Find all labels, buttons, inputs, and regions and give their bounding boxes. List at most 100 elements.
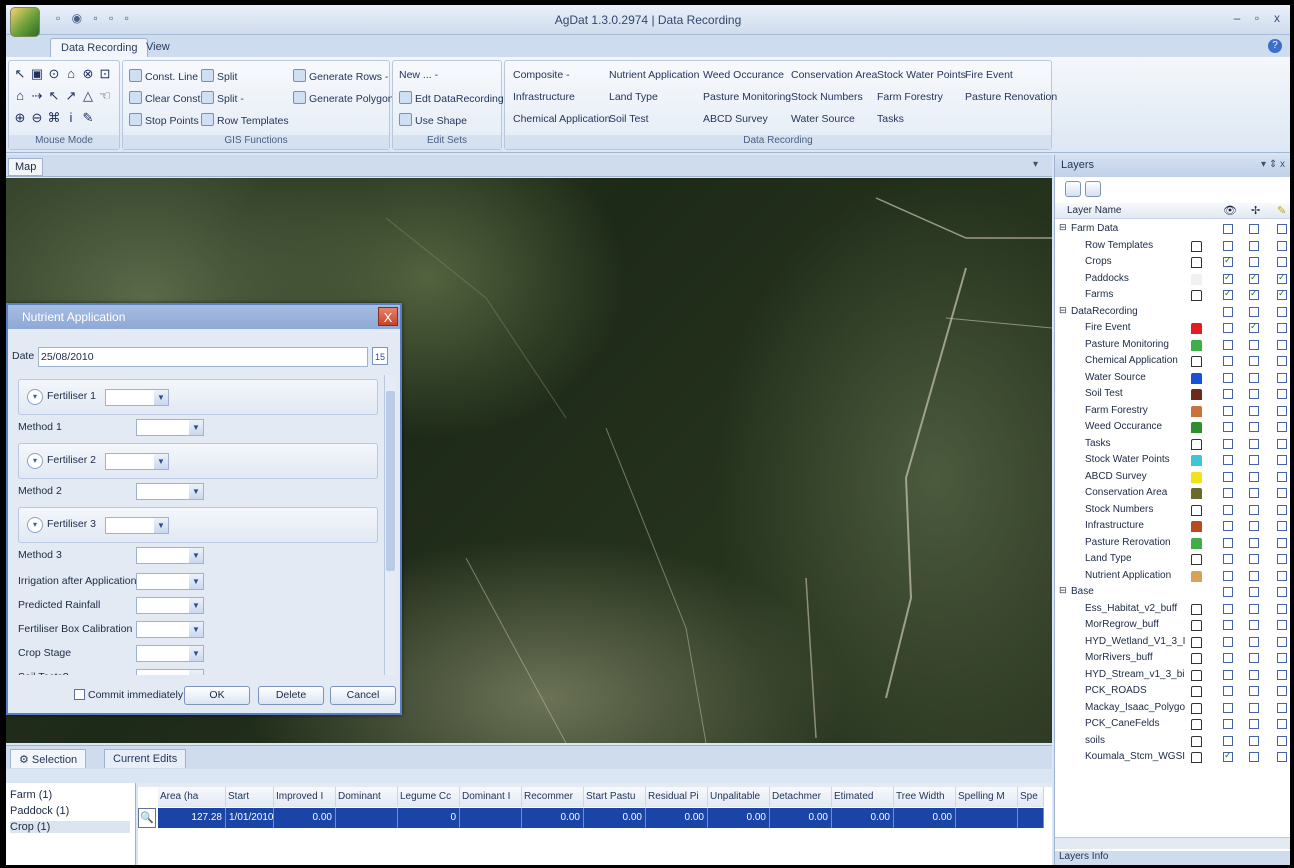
expand-chevron-icon[interactable]: ▾ [27,517,43,533]
layer-edit-checkbox[interactable] [1277,306,1287,317]
data-recording-item[interactable]: Water Source [791,113,855,125]
layer-visible-checkbox[interactable] [1223,653,1233,663]
method-select[interactable]: ▼ [136,547,204,564]
grid-column-header[interactable]: Spe [1018,787,1044,807]
layer-visible-checkbox[interactable] [1223,686,1233,696]
layer-row[interactable]: ABCD Survey [1055,469,1290,485]
layer-row[interactable]: Water Source [1055,370,1290,386]
layer-visible-checkbox[interactable] [1223,422,1233,432]
layer-group[interactable]: ⊟ DataRecording [1055,304,1290,320]
layer-edit-checkbox[interactable] [1277,257,1287,267]
layer-visible-checkbox[interactable] [1223,339,1233,350]
layer-select-checkbox[interactable] [1249,570,1259,581]
method-select[interactable]: ▼ [136,483,204,500]
mouse-tool-icon[interactable]: ⊗ [81,67,95,81]
form-field-select[interactable]: ▼ [136,669,204,675]
grid-cell[interactable] [1018,808,1044,828]
layer-edit-checkbox[interactable] [1277,389,1287,399]
mouse-tool-icon[interactable]: ⌂ [64,67,78,81]
mouse-tool-icon[interactable]: ↗ [64,89,78,103]
mouse-tool-icon[interactable]: ⌘ [47,111,61,125]
layer-row[interactable]: Tasks [1055,436,1290,452]
new-set-button[interactable]: New ... - [399,69,438,81]
method-select[interactable]: ▼ [136,419,204,436]
edit-datarecording-button[interactable]: Edt DataRecording [399,91,504,105]
layer-select-checkbox[interactable] [1249,521,1259,531]
layers-info-tab[interactable]: Layers Info [1055,851,1290,865]
selection-list-item[interactable]: Farm (1) [10,789,130,801]
layer-edit-checkbox[interactable] [1277,240,1287,251]
row-templates-button[interactable]: Row Templates [201,113,289,127]
dialog-title-bar[interactable]: Nutrient Application X [8,305,400,329]
layer-visible-checkbox[interactable] [1223,521,1233,531]
layer-edit-checkbox[interactable] [1277,752,1287,762]
mouse-tool-icon[interactable]: ⌂ [13,89,27,103]
layer-edit-checkbox[interactable] [1277,372,1287,383]
layer-visible-checkbox[interactable] [1223,455,1233,465]
layer-row[interactable]: Fire Event [1055,320,1290,336]
layer-edit-checkbox[interactable] [1277,570,1287,581]
layer-edit-checkbox[interactable] [1277,504,1287,515]
layer-edit-checkbox[interactable] [1277,537,1287,548]
layer-visible-checkbox[interactable] [1223,719,1233,729]
data-recording-item[interactable]: Pasture Monitoring [703,91,791,103]
layer-row[interactable]: Koumala_Stcm_WGSI [1055,749,1290,765]
mouse-tool-icon[interactable]: ⊙ [47,67,61,81]
layers-horizontal-scrollbar[interactable] [1055,837,1290,849]
layer-edit-checkbox[interactable] [1277,521,1287,531]
tab-data-recording[interactable]: Data Recording [50,38,149,57]
layer-select-checkbox[interactable] [1249,686,1259,696]
data-recording-item[interactable]: Nutrient Application [609,69,699,81]
layer-visible-checkbox[interactable] [1223,372,1233,383]
layer-select-checkbox[interactable] [1249,653,1259,663]
cancel-button[interactable]: Cancel [330,686,396,705]
mouse-tool-icon[interactable]: △ [81,89,95,103]
mouse-tool-icon[interactable]: i [64,111,78,125]
layer-row[interactable]: Pasture Rerovation [1055,535,1290,551]
tab-map[interactable]: Map [8,158,44,176]
generate-polygon-button[interactable]: Generate Polygon [293,91,394,105]
grid-cell[interactable]: 0.00 [522,808,584,828]
mouse-tool-icon[interactable]: ☜ [98,89,112,103]
layer-row[interactable]: Crops [1055,254,1290,270]
grid-cell[interactable]: 0.00 [770,808,832,828]
layer-row[interactable]: Farm Forestry [1055,403,1290,419]
layer-row[interactable]: Mackay_Isaac_Polygo [1055,700,1290,716]
layer-visible-checkbox[interactable] [1223,306,1233,317]
grid-column-header[interactable]: Etimated [832,787,894,807]
layer-visible-checkbox[interactable] [1223,356,1233,366]
layer-edit-checkbox[interactable] [1277,603,1287,614]
tab-view[interactable]: View [136,38,180,57]
form-field-select[interactable]: ▼ [136,597,204,614]
form-field-select[interactable]: ▼ [136,645,204,662]
data-recording-item[interactable]: Composite - [513,69,570,81]
layer-select-checkbox[interactable] [1249,257,1259,267]
layer-row[interactable]: Row Templates [1055,238,1290,254]
grid-column-header[interactable]: Detachmer [770,787,832,807]
grid-cell[interactable]: 127.28 [158,808,226,828]
layer-visible-checkbox[interactable] [1223,603,1233,614]
grid-column-header[interactable]: Dominant I [460,787,522,807]
layer-select-checkbox[interactable] [1249,471,1259,482]
const-line-button[interactable]: Const. Line [129,69,198,83]
row-search-icon[interactable]: 🔍 [138,808,156,828]
layer-row[interactable]: Conservation Area [1055,485,1290,501]
layer-visible-checkbox[interactable] [1223,288,1233,300]
layer-visible-checkbox[interactable] [1223,504,1233,515]
layer-edit-checkbox[interactable] [1277,669,1287,680]
layer-visible-checkbox[interactable] [1223,255,1233,267]
grid-column-header[interactable]: Spelling M [956,787,1018,807]
layer-edit-checkbox[interactable] [1277,288,1287,300]
layer-edit-checkbox[interactable] [1277,272,1287,284]
mouse-tool-icon[interactable]: ⊖ [30,111,44,125]
layer-select-checkbox[interactable] [1249,372,1259,383]
layer-row[interactable]: Stock Water Points [1055,452,1290,468]
dialog-close-button[interactable]: X [378,307,398,326]
layer-group[interactable]: ⊟ Base [1055,584,1290,600]
layer-up-icon[interactable] [1065,181,1081,197]
layer-select-checkbox[interactable] [1249,306,1259,317]
data-recording-item[interactable]: Tasks [877,113,904,125]
layer-row[interactable]: HYD_Stream_v1_3_bi [1055,667,1290,683]
app-logo-icon[interactable] [10,7,40,37]
grid-column-header[interactable]: Area (ha [158,787,226,807]
